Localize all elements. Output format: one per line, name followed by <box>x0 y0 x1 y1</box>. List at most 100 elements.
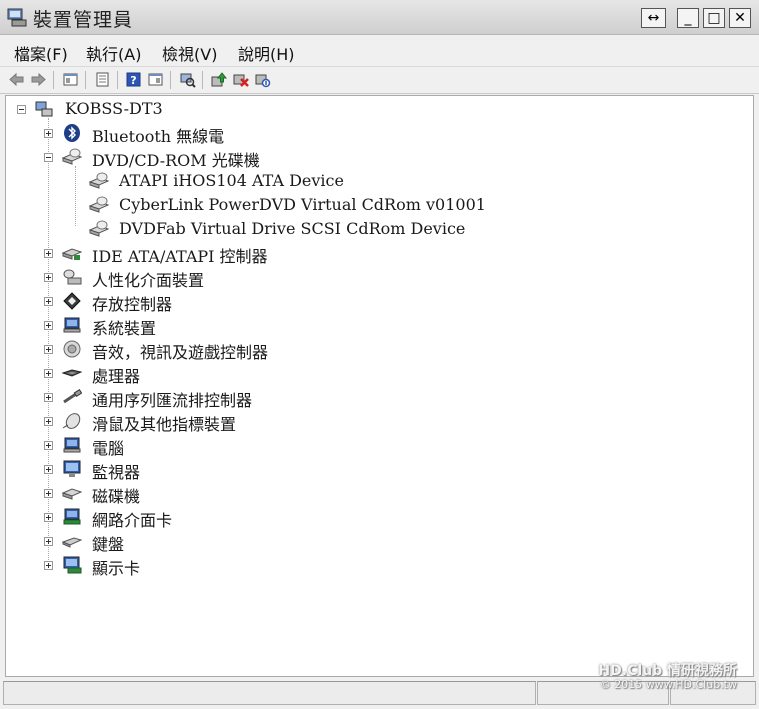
uninstall-icon[interactable] <box>232 71 249 88</box>
scan-hardware-icon[interactable] <box>179 71 196 88</box>
tree-item-system-devices[interactable]: 系統裝置 <box>6 314 746 338</box>
watermark-copyright: © 2015 www.HD.Club.tw <box>599 678 737 691</box>
maximize-button[interactable]: □ <box>703 8 725 28</box>
tree-item-monitors[interactable]: 監視器 <box>6 458 746 482</box>
computer-icon <box>63 437 81 453</box>
tree-item-label: IDE ATA/ATAPI 控制器 <box>92 247 268 266</box>
device-tree[interactable]: KOBSS-DT3 Bluetooth 無線電 DVD/CD-ROM 光碟機 A… <box>5 95 754 677</box>
tree-item-computer[interactable]: 電腦 <box>6 434 746 458</box>
tree-root[interactable]: KOBSS-DT3 <box>6 98 746 120</box>
close-button[interactable]: ✕ <box>729 8 751 28</box>
expand-toggle[interactable] <box>44 465 53 474</box>
optical-drive-icon <box>62 148 82 165</box>
tree-item-hid[interactable]: 人性化介面裝置 <box>6 266 746 290</box>
monitor-icon <box>63 460 81 477</box>
mouse-icon <box>62 413 81 429</box>
expand-toggle[interactable] <box>44 393 53 402</box>
watermark-title: HD.Club 情研視務所 <box>598 663 737 679</box>
root-label: KOBSS-DT3 <box>65 99 163 118</box>
tree-item-ide-controller[interactable]: IDE ATA/ATAPI 控制器 <box>6 242 746 266</box>
update-driver-icon[interactable] <box>210 71 227 88</box>
expand-toggle[interactable] <box>44 249 53 258</box>
tree-item-label: Bluetooth 無線電 <box>92 127 225 146</box>
tree-item-bluetooth[interactable]: Bluetooth 無線電 <box>6 122 746 146</box>
toolbar-separator <box>117 71 118 89</box>
hid-icon <box>63 269 82 285</box>
disk-drive-icon <box>62 488 82 500</box>
sound-icon <box>63 340 81 358</box>
tree-item-label: 處理器 <box>92 367 141 386</box>
expand-toggle[interactable] <box>44 369 53 378</box>
menu-action[interactable]: 執行(A) <box>86 41 141 65</box>
tree-item-label: 滑鼠及其他指標裝置 <box>92 415 237 434</box>
expand-toggle[interactable] <box>44 489 53 498</box>
disable-device-icon[interactable] <box>254 71 271 88</box>
console-tree-icon[interactable] <box>62 71 79 88</box>
status-pane-main <box>3 681 536 705</box>
tree-item-disk-drives[interactable]: 磁碟機 <box>6 482 746 506</box>
help-icon[interactable]: ? <box>125 71 142 88</box>
storage-controller-icon <box>63 292 81 310</box>
tree-item-usb[interactable]: 通用序列匯流排控制器 <box>6 386 746 410</box>
toolbar-separator <box>202 71 203 89</box>
tree-item-mouse[interactable]: 滑鼠及其他指標裝置 <box>6 410 746 434</box>
expand-toggle[interactable] <box>44 537 53 546</box>
tree-item-sound[interactable]: 音效，視訊及遊戲控制器 <box>6 338 746 362</box>
optical-drive-icon <box>89 172 109 189</box>
restore-button[interactable]: ↔ <box>641 8 666 28</box>
network-adapter-icon <box>63 508 81 525</box>
expand-toggle[interactable] <box>44 513 53 522</box>
expand-toggle[interactable] <box>44 417 53 426</box>
collapse-toggle[interactable] <box>44 153 53 162</box>
usb-icon <box>63 388 82 404</box>
expand-toggle[interactable] <box>44 561 53 570</box>
tree-item-label: 存放控制器 <box>92 295 173 314</box>
tree-item-label: 人性化介面裝置 <box>92 271 205 290</box>
back-arrow-icon[interactable] <box>8 71 25 88</box>
expand-toggle[interactable] <box>44 345 53 354</box>
collapse-toggle[interactable] <box>17 105 26 114</box>
tree-item-display-adapters[interactable]: 顯示卡 <box>6 554 746 578</box>
tree-item-label: 顯示卡 <box>92 559 141 578</box>
optical-drive-icon <box>89 220 109 237</box>
expand-toggle[interactable] <box>44 321 53 330</box>
tree-item-dvd-cdrom[interactable]: DVD/CD-ROM 光碟機 <box>6 146 746 170</box>
tree-item-label: 網路介面卡 <box>92 511 173 530</box>
expand-toggle[interactable] <box>44 441 53 450</box>
window-title: 裝置管理員 <box>33 9 134 31</box>
toolbar-separator <box>85 71 86 89</box>
expand-toggle[interactable] <box>44 297 53 306</box>
tree-item-label: 系統裝置 <box>92 319 157 338</box>
action-pane-icon[interactable] <box>147 71 164 88</box>
tree-item-processors[interactable]: 處理器 <box>6 362 746 386</box>
bluetooth-icon <box>64 124 80 142</box>
display-adapter-icon <box>63 556 82 574</box>
expand-toggle[interactable] <box>44 129 53 138</box>
system-device-icon <box>63 317 81 333</box>
tree-item-label: 磁碟機 <box>92 487 141 506</box>
menu-file[interactable]: 檔案(F) <box>14 41 68 65</box>
menu-view[interactable]: 檢視(V) <box>162 41 217 65</box>
minimize-button[interactable]: _ <box>677 8 699 28</box>
tree-item-storage-controller[interactable]: 存放控制器 <box>6 290 746 314</box>
title-bar[interactable]: 裝置管理員 ↔ _ □ ✕ <box>0 0 759 35</box>
keyboard-icon <box>62 537 82 548</box>
tree-device-row[interactable]: CyberLink PowerDVD Virtual CdRom v01001 <box>6 194 746 216</box>
tree-item-label: 音效，視訊及遊戲控制器 <box>92 343 269 362</box>
toolbar-separator <box>53 71 54 89</box>
forward-arrow-icon[interactable] <box>30 71 47 88</box>
tree-device-row[interactable]: ATAPI iHOS104 ATA Device <box>6 170 746 192</box>
tree-item-network-adapters[interactable]: 網路介面卡 <box>6 506 746 530</box>
tree-item-label: DVD/CD-ROM 光碟機 <box>92 151 260 170</box>
properties-icon[interactable] <box>94 71 111 88</box>
tree-device-row[interactable]: DVDFab Virtual Drive SCSI CdRom Device <box>6 218 746 240</box>
expand-toggle[interactable] <box>44 273 53 282</box>
toolbar: ? <box>0 67 759 94</box>
ide-controller-icon <box>62 248 82 260</box>
tree-item-label: 監視器 <box>92 463 141 482</box>
menu-help[interactable]: 說明(H) <box>238 41 295 65</box>
toolbar-separator <box>170 71 171 89</box>
tree-item-label: ATAPI iHOS104 ATA Device <box>119 171 344 190</box>
svg-text:?: ? <box>130 74 136 87</box>
tree-item-keyboards[interactable]: 鍵盤 <box>6 530 746 554</box>
